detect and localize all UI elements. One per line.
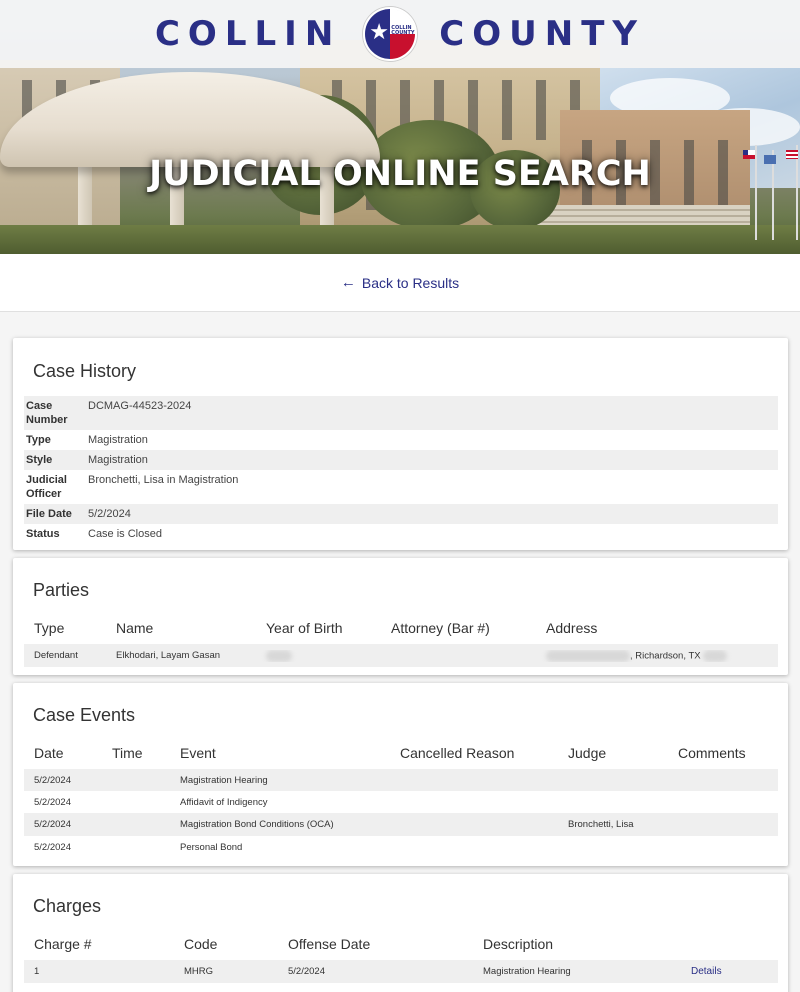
- column-header: Name: [116, 620, 154, 636]
- parties-card: Parties Type Name Year of Birth Attorney…: [13, 558, 788, 675]
- charge-number: 1: [34, 966, 40, 977]
- table-row: Defendant Elkhodari, Layam Gasan , Richa…: [24, 644, 778, 667]
- county-logo-bar: COLLIN ★ COLLIN COUNTY COUNTY: [0, 0, 800, 68]
- case-history-table: Case Number DCMAG-44523-2024 Type Magist…: [24, 396, 778, 544]
- column-header: Time: [112, 745, 143, 761]
- event-name: Magistration Bond Conditions (OCA): [180, 819, 334, 830]
- event-date: 5/2/2024: [34, 819, 71, 830]
- charge-code: MHRG: [184, 966, 214, 977]
- table-row: 1 MHRG 5/2/2024 Magistration Hearing Det…: [24, 960, 778, 983]
- hero-banner: COLLIN ★ COLLIN COUNTY COUNTY JUDICIAL ON…: [0, 0, 800, 254]
- column-header: Offense Date: [288, 936, 371, 952]
- table-header: Type Name Year of Birth Attorney (Bar #)…: [24, 620, 778, 644]
- parties-table: Type Name Year of Birth Attorney (Bar #)…: [24, 620, 778, 667]
- row-value: Magistration: [88, 454, 148, 466]
- arrow-left-icon: ←: [340, 274, 356, 291]
- case-history-row: File Date 5/2/2024: [24, 504, 778, 524]
- row-value: Magistration: [88, 434, 148, 446]
- logo-text-left: COLLIN: [154, 14, 342, 54]
- case-history-card: Case History Case Number DCMAG-44523-202…: [13, 338, 788, 550]
- event-date: 5/2/2024: [34, 774, 71, 786]
- column-header: Description: [483, 936, 554, 952]
- case-history-title: Case History: [33, 361, 137, 381]
- event-judge: Bronchetti, Lisa: [568, 819, 634, 830]
- row-value: DCMAG-44523-2024: [88, 400, 192, 412]
- case-events-title: Case Events: [33, 705, 136, 725]
- column-header: Charge #: [34, 936, 92, 952]
- case-history-row: Status Case is Closed: [24, 524, 778, 544]
- row-value: 5/2/2024: [88, 508, 131, 520]
- column-header: Code: [184, 936, 218, 952]
- event-date: 5/2/2024: [34, 796, 71, 808]
- row-key: File Date: [26, 508, 72, 520]
- back-to-results-label: Back to Results: [361, 274, 460, 291]
- row-key: Type: [26, 434, 51, 446]
- case-history-row: Style Magistration: [24, 450, 778, 470]
- table-row: 5/2/2024 Affidavit of Indigency: [24, 791, 778, 813]
- case-history-row: Case Number DCMAG-44523-2024: [24, 396, 778, 430]
- parties-title: Parties: [33, 580, 90, 600]
- column-header: Event: [180, 745, 216, 761]
- county-seal-icon: ★ COLLIN COUNTY: [363, 7, 418, 61]
- event-name: Affidavit of Indigency: [180, 796, 268, 808]
- row-value: Case is Closed: [88, 528, 162, 540]
- table-row: 5/2/2024 Personal Bond: [24, 836, 778, 858]
- address-city: , Richardson, TX: [630, 650, 701, 662]
- charges-title: Charges: [33, 896, 102, 916]
- party-address: , Richardson, TX: [536, 649, 776, 662]
- charge-details-link[interactable]: Details: [691, 966, 722, 977]
- event-name: Magistration Hearing: [180, 774, 268, 786]
- back-bar: ← Back to Results: [0, 254, 800, 312]
- row-key: Status: [26, 528, 60, 540]
- table-header: Charge # Code Offense Date Description: [24, 936, 778, 960]
- charge-offense-date: 5/2/2024: [288, 966, 325, 977]
- page-title: JUDICIAL ONLINE SEARCH: [149, 154, 651, 194]
- case-events-card: Case Events Date Time Event Cancelled Re…: [13, 683, 788, 866]
- party-name: Elkhodari, Layam Gasan: [116, 650, 221, 661]
- case-history-row: Type Magistration: [24, 430, 778, 450]
- column-header: Judge: [568, 745, 607, 761]
- event-date: 5/2/2024: [34, 841, 71, 853]
- column-header: Address: [546, 620, 598, 636]
- column-header: Year of Birth: [266, 620, 343, 636]
- row-value: Bronchetti, Lisa in Magistration: [88, 474, 239, 486]
- row-key: Case Number: [26, 400, 68, 426]
- event-name: Personal Bond: [180, 841, 243, 853]
- row-key: Judicial Officer: [26, 474, 67, 500]
- table-row: 5/2/2024 Magistration Bond Conditions (O…: [24, 813, 778, 836]
- back-to-results-link[interactable]: ← Back to Results: [341, 274, 459, 291]
- case-history-row: Judicial Officer Bronchetti, Lisa in Mag…: [24, 470, 778, 504]
- column-header: Cancelled Reason: [400, 745, 515, 761]
- logo-text-right: COUNTY: [439, 14, 646, 54]
- table-header: Date Time Event Cancelled Reason Judge C…: [24, 745, 778, 769]
- column-header: Type: [34, 620, 65, 636]
- case-events-table: Date Time Event Cancelled Reason Judge C…: [24, 745, 778, 858]
- table-row: 5/2/2024 Magistration Hearing: [24, 769, 778, 791]
- column-header: Comments: [678, 745, 746, 761]
- charges-card: Charges Charge # Code Offense Date Descr…: [13, 874, 788, 992]
- charge-description: Magistration Hearing: [483, 966, 571, 977]
- party-year-of-birth: [256, 649, 381, 662]
- row-key: Style: [26, 454, 53, 466]
- party-type: Defendant: [34, 650, 78, 661]
- column-header: Attorney (Bar #): [391, 620, 490, 636]
- lawn: [0, 225, 800, 254]
- charges-table: Charge # Code Offense Date Description 1…: [24, 936, 778, 983]
- column-header: Date: [34, 745, 64, 761]
